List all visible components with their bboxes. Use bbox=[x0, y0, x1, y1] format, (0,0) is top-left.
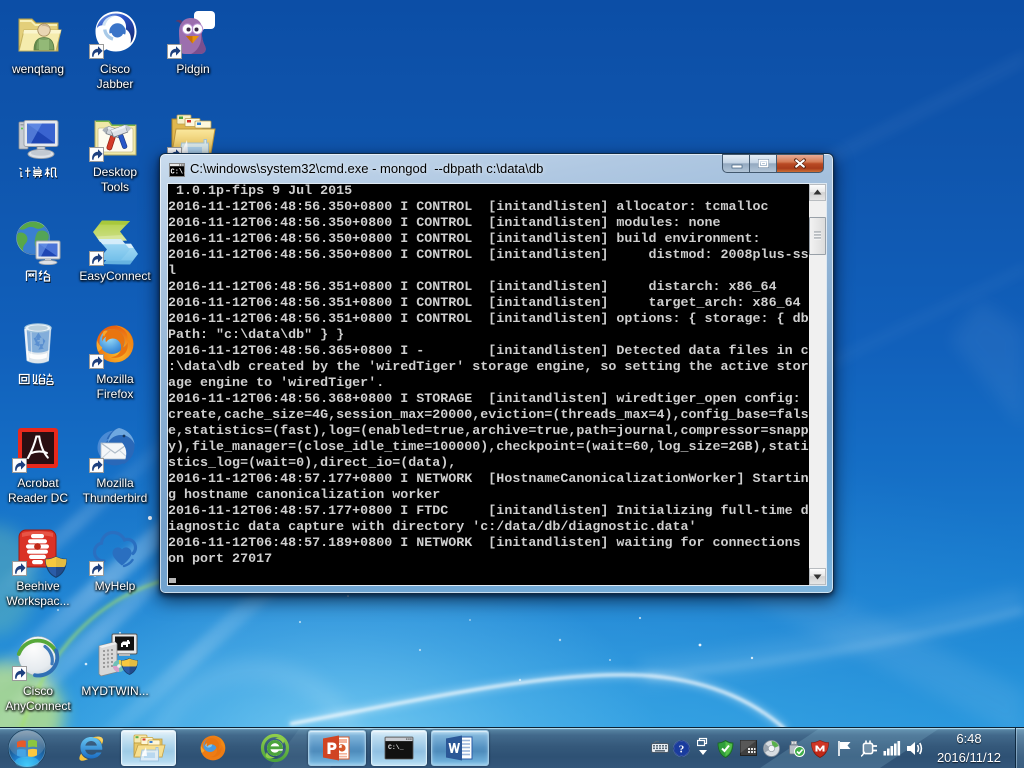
svg-text:C:\.: C:\. bbox=[171, 169, 186, 177]
svg-text:?: ? bbox=[679, 744, 685, 756]
svg-text:C:\_: C:\_ bbox=[388, 744, 404, 751]
